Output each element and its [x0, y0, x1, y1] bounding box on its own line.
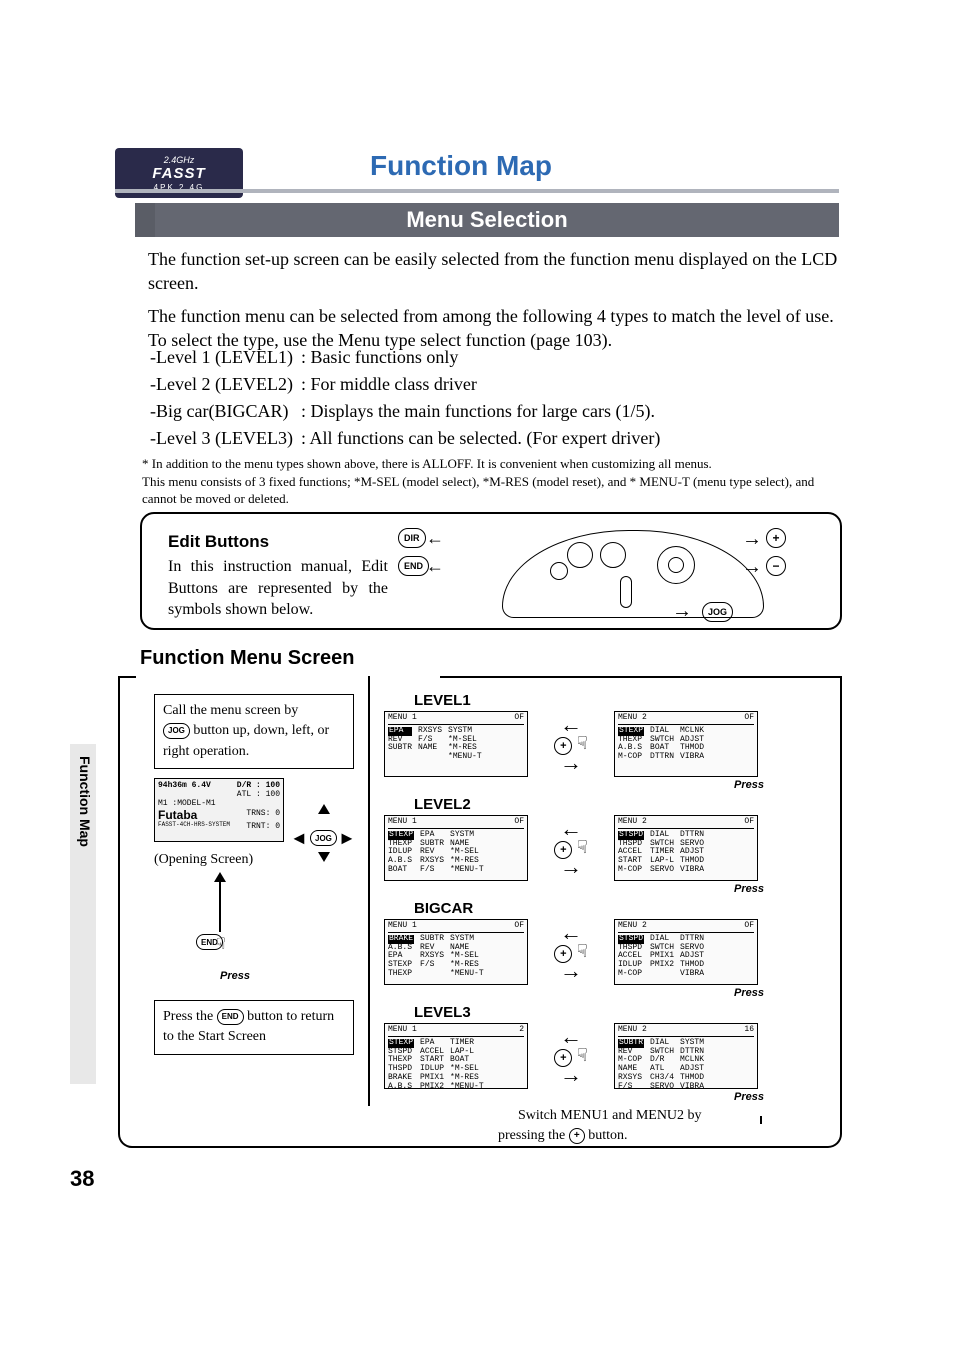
section-header: Menu Selection [135, 203, 839, 237]
menu-screen-menu2: MENU 2OFSTSPDTHSPDACCELSTARTM-COPDIALSWT… [614, 815, 758, 881]
call-menu-instruction: Call the menu screen by JOG button up, d… [154, 694, 354, 769]
level3-name: -Level 3 (LEVEL3) [150, 426, 299, 451]
section-header-box: Menu Selection [135, 203, 839, 237]
menu-screen-menu1: MENU 1OFSTEXPTHEXPIDLUPA.B.SBOATEPASUBTR… [384, 815, 528, 881]
dir-button-symbol: DIR [398, 528, 426, 548]
footnote: * In addition to the menu types shown ab… [142, 455, 842, 508]
opening-lcd-screen: 94h36m 6.4VD/R : 100 ATL : 100 M1 :MODEL… [154, 778, 284, 842]
edit-buttons-text: In this instruction manual, Edit Buttons… [168, 556, 388, 621]
opening-screen-caption: (Opening Screen) [154, 852, 253, 868]
pointer-line [760, 1116, 762, 1124]
menu-screen-menu2: MENU 2OFSTEXPTHEXPA.B.SM-COPDIALSWTCHBOA… [614, 711, 758, 777]
arrow-left-icon: ← [426, 528, 444, 549]
hand-press-icon: ☟ [216, 934, 226, 954]
menu-screen-menu1: MENU 12STEXPSTSPDTHEXPTHSPDBRAKEA.B.SEPA… [384, 1023, 528, 1089]
menu-row-level1: LEVEL1 MENU 1OFEPAREVSUBTRRXSYSF/SNAMESYS… [384, 692, 764, 791]
arrow-right-icon: ► [338, 828, 356, 849]
switch-caption-2: pressing the + button. [498, 1128, 628, 1144]
logo-line1: 2.4GHz [164, 155, 195, 165]
arrow-left-icon: ◄ [290, 828, 308, 849]
menu-screen-menu2: MENU 216SUBTRREVM-COPNAMERXSYSF/SDIALSWT… [614, 1023, 758, 1089]
menu-row-bigcar: BIGCAR MENU 1OFBRAKEA.B.SEPASTEXPTHEXPSUB… [384, 900, 764, 999]
section-header-text: Menu Selection [406, 207, 567, 232]
bigcar-name: -Big car(BIGCAR) [150, 399, 299, 424]
level1-desc: : Basic functions only [301, 345, 666, 370]
menu-switch-arrows: ←+ ☟→ [528, 815, 614, 881]
arrow-right-icon: → [742, 528, 762, 551]
title-underline [115, 189, 839, 193]
divider [368, 676, 370, 1106]
menu-switch-arrows: ←+ ☟→ [528, 1023, 614, 1089]
menu-label: BIGCAR [414, 900, 764, 917]
press-label: Press [384, 883, 764, 895]
antenna-icon [620, 576, 632, 608]
panel-button [600, 542, 626, 568]
jog-dial-center [668, 557, 684, 573]
level3-desc: : All functions can be selected. (For ex… [301, 426, 666, 451]
lcd-brand: Futaba [158, 809, 197, 823]
plus-button-symbol: + [766, 528, 786, 548]
lcd-top2b: ATL : 100 [237, 790, 280, 799]
minus-button-symbol: − [766, 556, 786, 576]
logo-line2: FASST [152, 165, 205, 182]
side-tab: Function Map [70, 744, 96, 1084]
instr2a: Press the [163, 1009, 213, 1024]
jog-button-symbol: JOG [702, 602, 733, 622]
level2-name: -Level 2 (LEVEL2) [150, 372, 299, 397]
menu-row-level3: LEVEL3 MENU 12STEXPSTSPDTHEXPTHSPDBRAKEA.… [384, 1004, 764, 1103]
lcd-top2a: D/R : 100 [237, 781, 280, 790]
level2-desc: : For middle class driver [301, 372, 666, 397]
menu-screen-menu1: MENU 1OFBRAKEA.B.SEPASTEXPTHEXPSUBTRREVR… [384, 919, 528, 985]
function-menu-screen-box: Call the menu screen by JOG button up, d… [118, 676, 842, 1148]
level1-name: -Level 1 (LEVEL1) [150, 345, 299, 370]
menu-switch-arrows: ←+ ☟→ [528, 711, 614, 777]
arrow-left-icon: ← [426, 556, 444, 577]
bigcar-desc: : Displays the main functions for large … [301, 399, 666, 424]
press-label: Press [384, 779, 764, 791]
switch-caption-2b: button. [588, 1128, 627, 1143]
end-button-symbol: END [398, 556, 429, 576]
lcd-top1: 94h36m 6.4V [158, 781, 211, 790]
menu-label: LEVEL3 [414, 1004, 764, 1021]
function-menu-screen-title: Function Menu Screen [140, 647, 354, 670]
menu-label: LEVEL2 [414, 796, 764, 813]
intro-paragraphs: The function set-up screen can be easily… [148, 247, 838, 352]
return-instruction: Press the END button to return to the St… [154, 1000, 354, 1055]
menu-label: LEVEL1 [414, 692, 764, 709]
arrow-up-icon [318, 804, 330, 814]
flow-line [219, 876, 221, 932]
menu-screen-menu1: MENU 1OFEPAREVSUBTRRXSYSF/SNAMESYSTM*M-S… [384, 711, 528, 777]
panel-button [550, 562, 568, 580]
side-tab-label: Function Map [77, 756, 93, 847]
plus-button-symbol: + [569, 1128, 585, 1144]
levels-table: -Level 1 (LEVEL1): Basic functions only … [148, 343, 668, 453]
arrow-down-icon [318, 852, 330, 862]
page-title: Function Map [370, 150, 552, 182]
edit-buttons-panel: Edit Buttons In this instruction manual,… [140, 512, 842, 630]
switch-caption-1: Switch MENU1 and MENU2 by [518, 1108, 702, 1123]
menu-switch-arrows: ←+ ☟→ [528, 919, 614, 985]
lcd-r2: TRNT: 0 [246, 822, 280, 831]
panel-button [567, 542, 593, 568]
arrow-right-icon: → [672, 600, 692, 623]
arrow-right-icon: → [742, 556, 762, 579]
lcd-r1: TRNS: 0 [246, 809, 280, 818]
para1: The function set-up screen can be easily… [148, 247, 838, 296]
jog-button-symbol: JOG [310, 830, 337, 846]
end-button-symbol: END [217, 1009, 244, 1025]
arrow-up-icon [214, 872, 226, 882]
switch-caption-2a: pressing the [498, 1128, 565, 1143]
lcd-sys: FASST-4CH-HRS-SYSTEM [158, 822, 230, 831]
instr1a: Call the menu screen by [163, 703, 298, 718]
menu-screen-menu2: MENU 2OFSTSPDTHSPDACCELIDLUPM-COPDIALSWT… [614, 919, 758, 985]
press-label: Press [384, 1091, 764, 1103]
press-label: Press [384, 987, 764, 999]
menu-row-level2: LEVEL2 MENU 1OFSTEXPTHEXPIDLUPA.B.SBOATEP… [384, 796, 764, 895]
press-label: Press [220, 970, 250, 982]
page-number: 38 [70, 1166, 94, 1192]
jog-button-symbol: JOG [163, 723, 190, 739]
switch-caption: Switch MENU1 and MENU2 by [518, 1108, 702, 1124]
edit-buttons-title: Edit Buttons [168, 532, 269, 552]
